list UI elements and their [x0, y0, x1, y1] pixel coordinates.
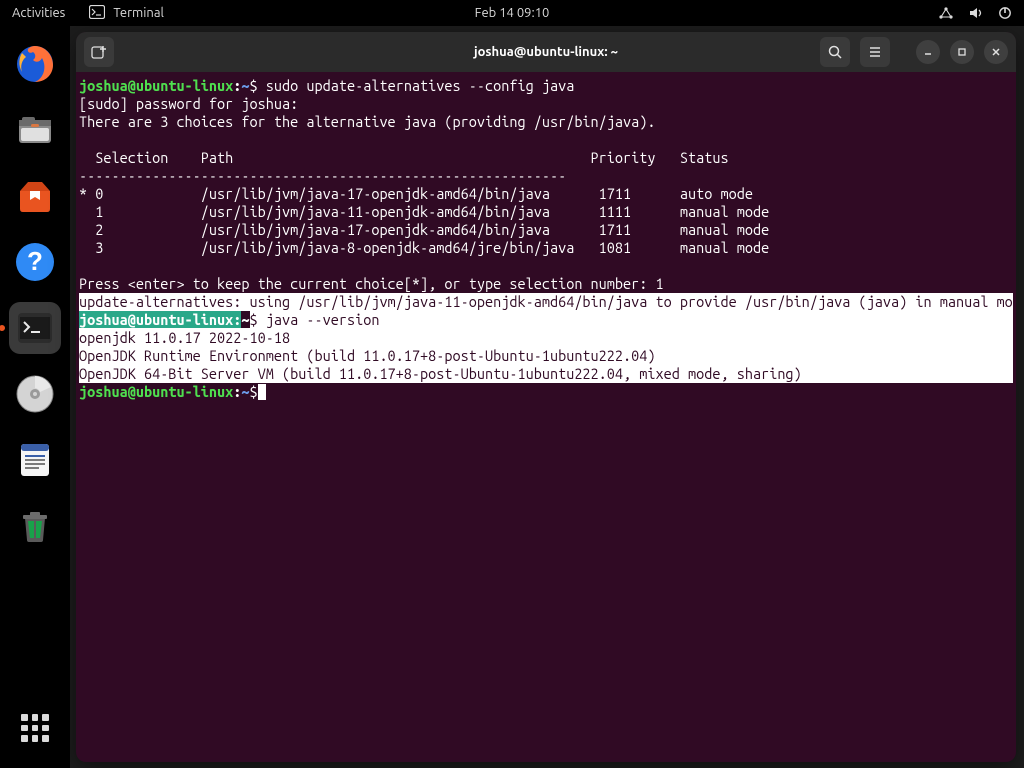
terminal-small-icon	[89, 5, 105, 22]
topbar-datetime[interactable]: Feb 14 09:10	[475, 6, 550, 20]
table-row: * 0 /usr/lib/jvm/java-17-openjdk-amd64/b…	[79, 185, 753, 202]
dock: ?	[0, 26, 70, 768]
prompt-dollar: $	[250, 383, 258, 400]
close-button[interactable]	[984, 40, 1008, 64]
activities-button[interactable]: Activities	[12, 6, 65, 20]
prompt-user: joshua@ubuntu-linux	[79, 77, 233, 94]
table-row: 3 /usr/lib/jvm/java-8-openjdk-amd64/jre/…	[79, 239, 769, 256]
dock-firefox[interactable]	[9, 38, 61, 90]
dock-text-editor[interactable]	[9, 434, 61, 486]
prompt-dollar-hl: $	[250, 311, 258, 328]
table-divider: ----------------------------------------…	[79, 167, 566, 184]
terminal-window: joshua@ubuntu-linux: ~ joshua@ubuntu-lin…	[76, 32, 1016, 762]
volume-icon[interactable]	[968, 6, 984, 20]
prompt-path: ~	[241, 383, 249, 400]
dock-terminal[interactable]	[9, 302, 61, 354]
topbar-app[interactable]: Terminal	[89, 5, 164, 22]
new-tab-button[interactable]	[84, 37, 114, 67]
output-version-3: OpenJDK 64-Bit Server VM (build 11.0.17+…	[79, 365, 802, 382]
power-icon[interactable]	[998, 6, 1012, 20]
prompt-path: ~	[241, 77, 249, 94]
dock-files[interactable]	[9, 104, 61, 156]
output-press-enter: Press <enter> to keep the current choice…	[79, 275, 664, 292]
topbar-left: Activities Terminal	[12, 5, 164, 22]
dock-software[interactable]	[9, 170, 61, 222]
dock-disks[interactable]	[9, 368, 61, 420]
output-update-alt: update-alternatives: using /usr/lib/jvm/…	[79, 293, 1016, 310]
table-row: 2 /usr/lib/jvm/java-17-openjdk-amd64/bin…	[79, 221, 769, 238]
topbar-app-label: Terminal	[113, 6, 164, 20]
dock-trash[interactable]	[9, 500, 61, 552]
window-title: joshua@ubuntu-linux: ~	[474, 45, 618, 59]
cursor	[258, 384, 266, 400]
terminal-body[interactable]: joshua@ubuntu-linux:~$ sudo update-alter…	[76, 72, 1016, 762]
top-bar: Activities Terminal Feb 14 09:10	[0, 0, 1024, 26]
titlebar: joshua@ubuntu-linux: ~	[76, 32, 1016, 72]
output-version-1: openjdk 11.0.17 2022-10-18	[79, 329, 290, 346]
table-header: Selection Path Priority Status	[79, 149, 729, 166]
dock-help[interactable]: ?	[9, 236, 61, 288]
prompt-user: joshua@ubuntu-linux	[79, 383, 233, 400]
minimize-button[interactable]	[916, 40, 940, 64]
prompt-dollar: $	[250, 77, 258, 94]
search-button[interactable]	[820, 37, 850, 67]
prompt-path-hl: ~	[241, 311, 249, 328]
output-version-2: OpenJDK Runtime Environment (build 11.0.…	[79, 347, 656, 364]
svg-text:?: ?	[27, 246, 43, 276]
cmd-1: sudo update-alternatives --config java	[258, 77, 575, 94]
highlighted-output: update-alternatives: using /usr/lib/jvm/…	[79, 293, 1013, 383]
table-row: 1 /usr/lib/jvm/java-11-openjdk-amd64/bin…	[79, 203, 769, 220]
show-applications[interactable]	[9, 702, 61, 754]
maximize-button[interactable]	[950, 40, 974, 64]
network-icon[interactable]	[938, 6, 954, 20]
cmd-2: java --version	[258, 311, 380, 328]
prompt-user-hl: joshua@ubuntu-linux	[79, 311, 233, 328]
output-choices: There are 3 choices for the alternative …	[79, 113, 656, 130]
hamburger-menu-button[interactable]	[860, 37, 890, 67]
output-sudo: [sudo] password for joshua:	[79, 95, 298, 112]
topbar-right	[938, 6, 1012, 20]
